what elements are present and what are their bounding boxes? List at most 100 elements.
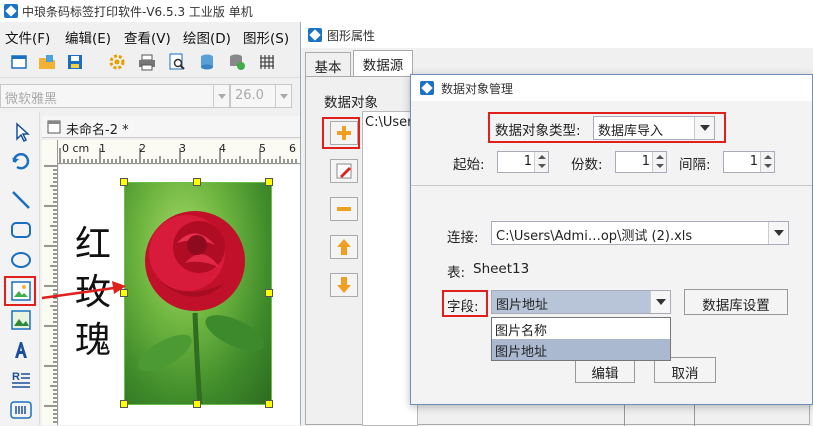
connection-label: 连接: [447, 230, 479, 246]
database-settings-icon[interactable] [228, 53, 246, 71]
chevron-down-icon[interactable] [694, 117, 714, 139]
data-object-type-select[interactable]: 数据库导入 [593, 116, 715, 140]
start-stepper[interactable]: 1 [497, 151, 549, 173]
print-icon[interactable] [138, 53, 156, 71]
field-dropdown-list: 图片名称 图片地址 [491, 317, 671, 361]
chevron-down-icon[interactable] [275, 85, 291, 107]
resize-handle[interactable] [193, 400, 201, 408]
horizontal-ruler: 0 cm 2 3 4 5 6 1 [58, 140, 300, 164]
table-value: Sheet13 [473, 261, 530, 277]
resize-handle[interactable] [193, 178, 201, 186]
connection-value: C:\Users\Admi…op\测试 (2).xls [496, 229, 693, 244]
picture-tool-icon[interactable] [9, 308, 33, 332]
field-option[interactable]: 图片名称 [492, 318, 670, 339]
start-value: 1 [523, 154, 532, 169]
rich-text-icon[interactable]: R [9, 368, 33, 392]
arrow-down-icon [337, 277, 351, 293]
menu-file[interactable]: 文件(F) [5, 27, 50, 47]
resize-handle[interactable] [265, 289, 273, 297]
main-window-title: 中琅条码标签打印软件-V6.5.3 工业版 单机 [22, 5, 253, 19]
database-settings-button[interactable]: 数据库设置 [684, 289, 788, 315]
menu-bar: 文件(F) 编辑(E) 查看(V) 绘图(D) 图形(S) [0, 24, 300, 47]
dialog-title: 数据对象管理 [441, 82, 514, 96]
print-preview-icon[interactable] [168, 53, 186, 71]
ruler-tick-label: 6 [289, 142, 296, 155]
canvas-text-char[interactable]: 瑰 [75, 311, 111, 363]
dialog-title-bar: 数据对象管理 [411, 75, 812, 101]
field-value: 图片地址 [496, 298, 549, 313]
properties-window-title: 图形属性 [327, 29, 376, 43]
rose-flower-icon [138, 211, 265, 404]
resize-handle[interactable] [265, 178, 273, 186]
move-down-button[interactable] [330, 273, 358, 297]
app-logo-icon [308, 28, 322, 42]
ruler-tick-label: 4 [219, 142, 226, 155]
stepper-arrows-icon[interactable] [652, 152, 666, 172]
move-up-button[interactable] [330, 235, 358, 259]
divider [411, 185, 812, 186]
svg-text:R: R [12, 371, 20, 383]
stepper-arrows-icon[interactable] [760, 152, 774, 172]
ruler-tick-label: 5 [259, 142, 266, 155]
chevron-down-icon[interactable] [650, 291, 670, 313]
font-name-select[interactable]: 微软雅黑 [0, 84, 230, 108]
toolbar [0, 48, 300, 78]
font-size-select[interactable]: 26.0 [230, 84, 292, 108]
rotate-icon[interactable] [9, 148, 33, 172]
rectangle-tool-icon[interactable] [9, 218, 33, 242]
resize-handle[interactable] [120, 178, 128, 186]
copies-stepper[interactable]: 1 [615, 151, 667, 173]
image-tool-icon[interactable] [9, 279, 33, 303]
interval-stepper[interactable]: 1 [723, 151, 775, 173]
field-select[interactable]: 图片地址 [491, 290, 671, 314]
annotation-arrow-icon [41, 281, 126, 300]
chevron-down-icon[interactable] [768, 222, 788, 244]
stepper-arrows-icon[interactable] [534, 152, 548, 172]
data-object-type-label: 数据对象类型: [495, 123, 581, 139]
connection-select[interactable]: C:\Users\Admi…op\测试 (2).xls [491, 221, 789, 245]
select-pointer-icon[interactable] [9, 120, 33, 144]
settings-gear-icon[interactable] [108, 53, 126, 71]
grid-icon[interactable] [258, 53, 276, 71]
copies-value: 1 [641, 154, 650, 169]
rose-image[interactable] [124, 182, 272, 405]
font-toolbar: 微软雅黑 26.0 [0, 82, 300, 110]
menu-draw[interactable]: 绘图(D) [183, 27, 231, 47]
save-icon[interactable] [66, 53, 84, 71]
canvas-text-char[interactable]: 红 [75, 215, 111, 267]
interval-value: 1 [749, 154, 758, 169]
interval-label: 间隔: [679, 157, 711, 173]
start-label: 起始: [453, 157, 485, 173]
text-tool-icon[interactable] [9, 338, 33, 362]
document-tab[interactable]: 未命名-2 * [42, 116, 300, 138]
resize-handle[interactable] [265, 400, 273, 408]
line-tool-icon[interactable] [9, 188, 33, 212]
chevron-down-icon[interactable] [213, 85, 229, 107]
menu-edit[interactable]: 编辑(E) [65, 27, 111, 47]
resize-handle[interactable] [120, 400, 128, 408]
table-label: 表: [447, 265, 466, 281]
plus-icon [337, 126, 351, 140]
menu-shape[interactable]: 图形(S) [243, 27, 289, 47]
new-document-icon[interactable] [10, 53, 28, 71]
field-label: 字段: [447, 299, 479, 315]
add-data-object-button[interactable] [330, 121, 358, 145]
field-option-selected[interactable]: 图片地址 [492, 339, 670, 360]
document-icon [47, 120, 61, 134]
arrow-up-icon [337, 239, 351, 255]
menu-view[interactable]: 查看(V) [124, 27, 171, 47]
remove-data-object-button[interactable] [330, 197, 358, 221]
tab-basic[interactable]: 基本 [305, 52, 351, 76]
edit-data-object-button[interactable] [330, 159, 358, 183]
ellipse-tool-icon[interactable] [9, 248, 33, 272]
barcode-tool-icon[interactable] [9, 398, 33, 422]
open-folder-icon[interactable] [38, 53, 56, 71]
database-icon[interactable] [198, 53, 216, 71]
copies-label: 份数: [571, 157, 603, 173]
ruler-tick-label: 3 [179, 142, 186, 155]
tab-data-source[interactable]: 数据源 [353, 50, 413, 77]
drawing-toolbox: R [0, 112, 40, 425]
app-logo-icon [420, 81, 434, 95]
data-object-manager-dialog: 数据对象管理 数据对象类型: 数据库导入 起始: 1 份数: 1 间隔: 1 连… [410, 74, 813, 405]
font-size-value: 26.0 [235, 88, 264, 103]
